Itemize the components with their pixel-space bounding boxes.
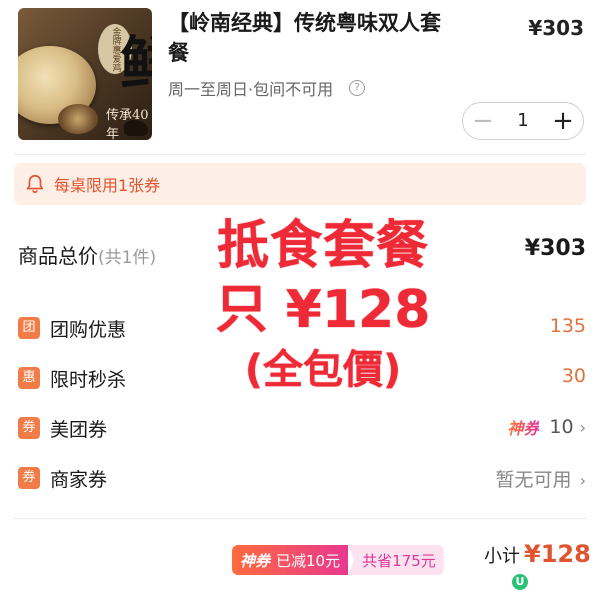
discount-label: 团购优惠 [50,319,127,341]
merchant-coupon-selector[interactable]: 暂无可用 › [496,465,586,492]
subtotal-label: 小计 [484,546,520,567]
decrease-button[interactable]: − [463,103,503,139]
discount-tag: 惠 [18,367,40,389]
discount-value: 暂无可用 [495,469,572,491]
overlay-line-2: 只 ¥128 [215,280,431,340]
discount-row-merchant-coupon[interactable]: 券 商家券 暂无可用 › [18,464,586,494]
increase-button[interactable]: + [543,103,583,139]
product-price: ¥303 [528,16,584,40]
app-badge-icon: U [512,574,528,590]
discount-value: 10 [549,416,574,438]
quantity-value[interactable]: 1 [503,103,543,139]
chevron-right-icon: › [579,471,586,490]
product-usage-note: 周一至周日·包间不可用 ? [168,76,366,100]
coupon-notice-text: 每桌限用1张券 [54,176,161,195]
chevron-right-icon: › [579,417,586,437]
usage-note-text: 周一至周日·包间不可用 [168,80,334,99]
savings-pill-left: 神券 已减10元 [232,545,349,575]
reduced-amount: 已减10元 [276,551,341,570]
question-icon[interactable]: ? [349,80,366,96]
divider [14,518,586,519]
discount-tag: 团 [18,317,40,339]
discount-label: 商家券 [50,469,108,491]
discount-value: 30 [561,365,586,387]
discount-tag: 券 [18,467,40,489]
overlay-line-3: (全包價) [244,347,402,393]
super-coupon-tag: 神券 [240,551,271,570]
overlay-line-1: 抵食套餐 [216,216,429,276]
super-coupon-badge: 神券 [507,415,539,439]
discount-label: 限时秒杀 [50,369,127,391]
meituan-coupon-selector[interactable]: 神券 10 › [507,415,586,439]
subtotal-amount: ¥128 [524,540,591,568]
quantity-stepper: − 1 + [462,102,584,140]
total-label-text: 商品总价 [18,244,98,268]
total-saved: 共省175元 [348,545,444,575]
sauce-bowl-graphic [58,104,98,134]
subtotal: 小计 ¥128 [484,540,591,568]
total-price: ¥303 [524,236,586,261]
image-big-character: 鲜 [120,30,152,98]
total-price-label: 商品总价(共1件) [18,240,156,269]
discount-row-meituan-coupon[interactable]: 券 美团券 神券 10 › [18,414,586,444]
rooster-icon [124,120,148,136]
savings-pill: 神券 已减10元 共省175元 [232,545,444,575]
divider [14,154,586,155]
item-count: (共1件) [98,248,157,268]
discount-label: 美团券 [50,419,108,441]
discount-tag: 券 [18,417,40,439]
product-image[interactable]: 金牌惠爱鸡 鲜 传承40年 [18,8,152,140]
discount-value: 135 [549,315,586,337]
promo-overlay-text: 抵食套餐 只 ¥128 (全包價) [198,214,448,398]
product-title[interactable]: 【岭南经典】传统粤味双人套餐 [168,8,458,68]
bell-icon [26,174,44,194]
coupon-limit-notice: 每桌限用1张券 [14,163,586,205]
